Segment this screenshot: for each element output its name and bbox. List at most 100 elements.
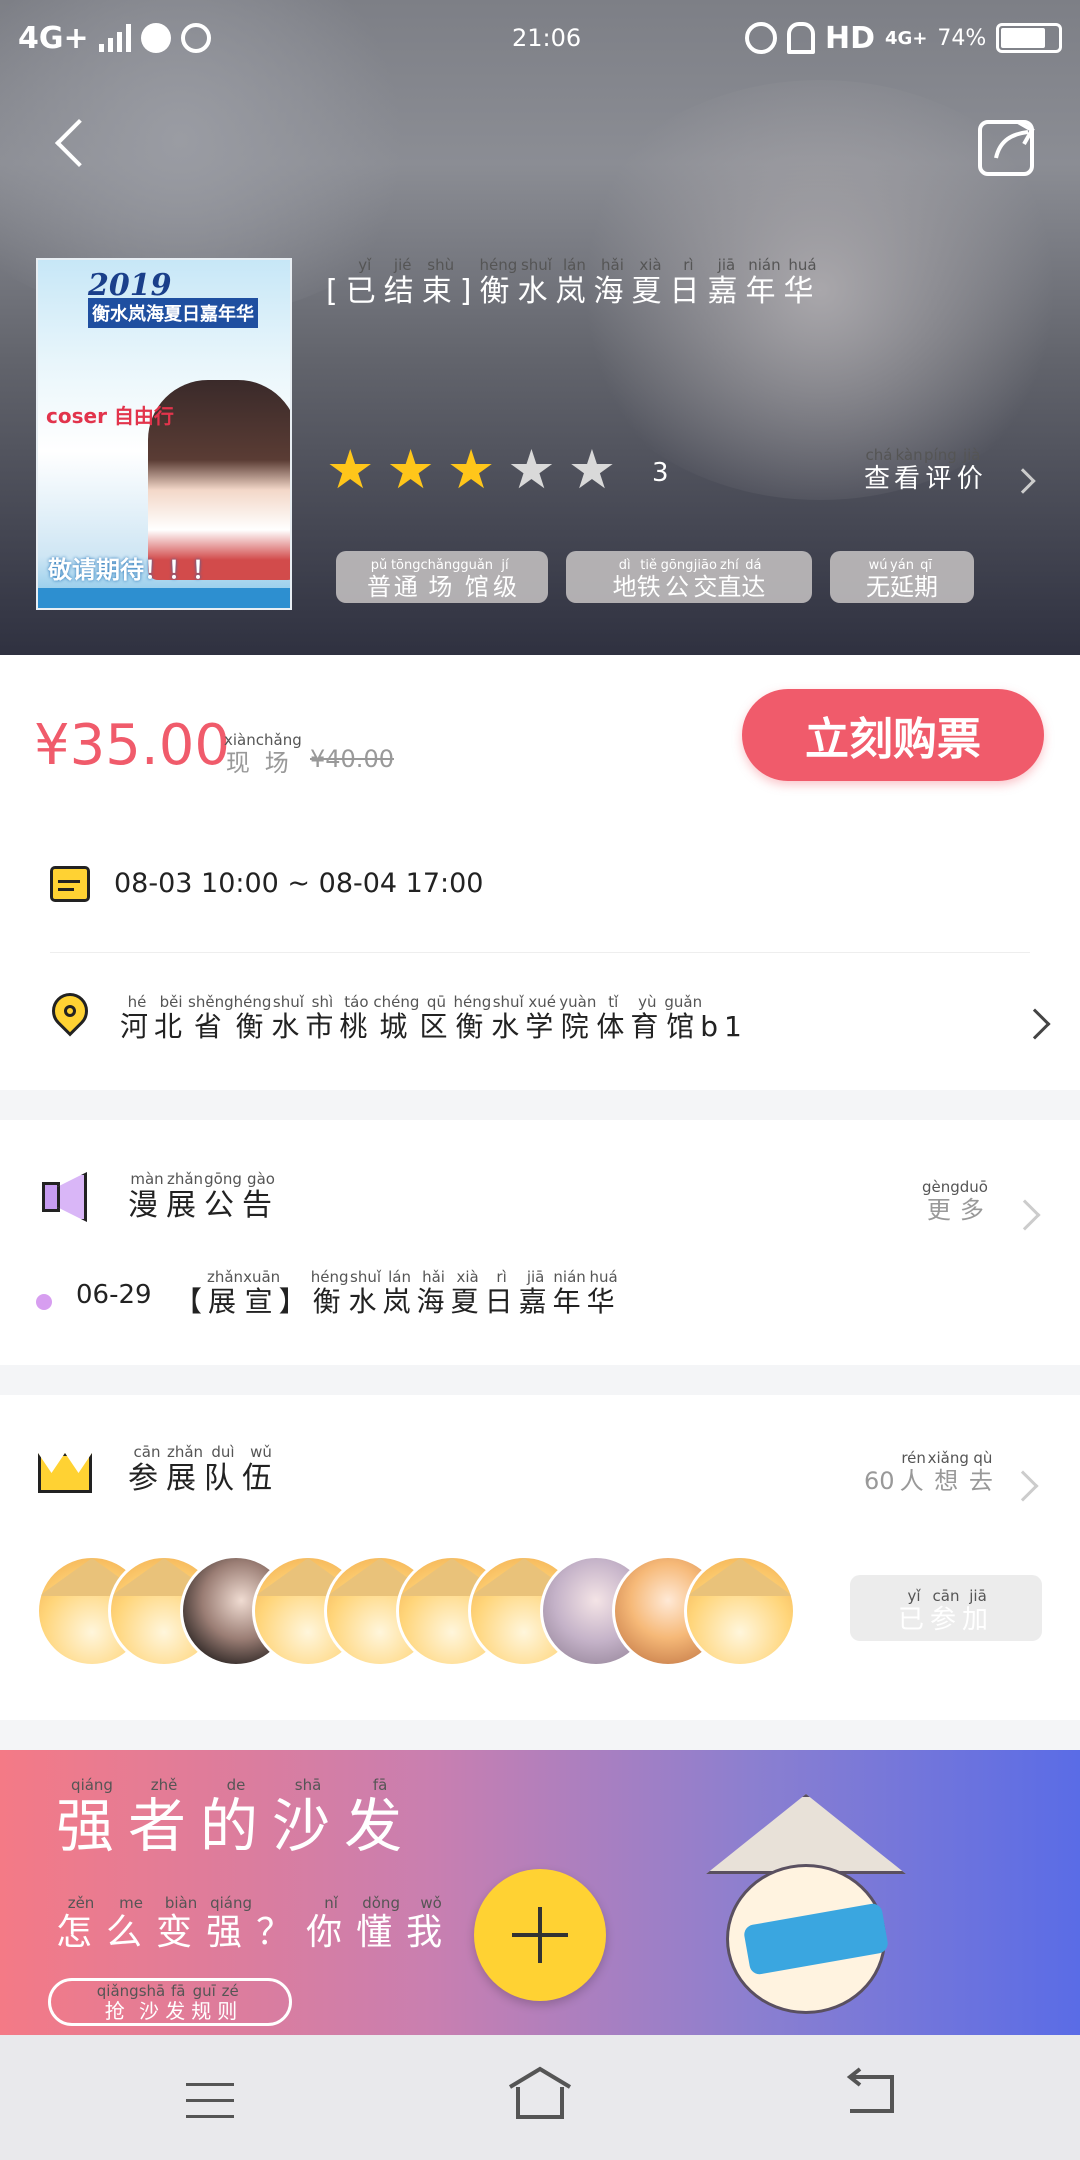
price: ¥35.00 bbox=[34, 713, 230, 778]
back-nav-button[interactable] bbox=[840, 2065, 900, 2121]
announcement-title: 【展zhǎn宣xuān】衡héng水shuǐ岚lán海hǎi夏xià日rì嘉ji… bbox=[174, 1268, 621, 1318]
star-icon: ★ bbox=[326, 438, 375, 501]
char: 水shuǐ bbox=[271, 993, 306, 1043]
char: 体tǐ bbox=[596, 993, 631, 1043]
want-to-go-link[interactable]: 60 人rén想xiǎng去qù bbox=[864, 1449, 1044, 1502]
char: 海hǎi bbox=[416, 1268, 451, 1318]
bullet-dot bbox=[36, 1294, 52, 1310]
event-title: [已yǐ结jié束shù]衡héng水shuǐ岚lán海hǎi夏xià日rì嘉j… bbox=[326, 256, 822, 309]
crown-icon bbox=[38, 1445, 96, 1495]
hd-label: HD bbox=[825, 20, 876, 56]
app-icon bbox=[140, 23, 171, 53]
char: 我wǒ bbox=[406, 1894, 457, 1953]
teams-title: 参cān展zhǎn队duì伍wǔ bbox=[128, 1443, 280, 1497]
event-poster-image: 2019 衡水岚海夏日嘉年华 coser 自由行 敬请期待！！！ bbox=[36, 258, 292, 610]
poster-title: 衡水岚海夏日嘉年华 bbox=[88, 298, 258, 328]
char: 衡héng bbox=[233, 993, 272, 1043]
app-icon-2 bbox=[180, 23, 211, 53]
announcement-date: 06-29 bbox=[76, 1280, 152, 1310]
joined-button[interactable]: 已yǐ参cān加jiā bbox=[850, 1575, 1042, 1641]
status-bar-left: 4G+ bbox=[18, 18, 211, 58]
char: 想xiǎng bbox=[927, 1449, 969, 1495]
char: 价jià bbox=[956, 446, 987, 494]
char: 束shù bbox=[421, 256, 460, 309]
location-address: 河hé北běi省shěng衡héng水shuǐ市shì桃táo城chéng区qū… bbox=[120, 993, 748, 1043]
network-label: 4G+ bbox=[18, 20, 89, 56]
char: 场chǎng bbox=[420, 557, 461, 601]
home-button[interactable] bbox=[504, 2063, 576, 2123]
signal-icon bbox=[98, 24, 131, 52]
location-row[interactable]: 河hé北běi省shěng衡héng水shuǐ市shì桃táo城chéng区qū… bbox=[0, 955, 1080, 1085]
menu-button[interactable] bbox=[180, 2071, 240, 2121]
rules-button[interactable]: 抢qiǎng沙shā发fā规guī则zé bbox=[48, 1978, 292, 2026]
info-card: ¥35.00 现xiàn场chǎng ¥40.00 立刻购票 08-03 10:… bbox=[0, 655, 1080, 1090]
char: 看kàn bbox=[894, 446, 925, 494]
char: 沙shā bbox=[138, 1982, 166, 2023]
star-icon: ★ bbox=[386, 438, 435, 501]
char: 日rì bbox=[484, 1268, 519, 1318]
back-button[interactable] bbox=[48, 112, 104, 172]
char: 结jié bbox=[383, 256, 422, 309]
char: 嘉jiā bbox=[518, 1268, 553, 1318]
char: 学xué bbox=[525, 993, 560, 1043]
more-announcements-link[interactable]: 更gèng多duō bbox=[922, 1178, 1042, 1231]
char: 参cān bbox=[929, 1586, 962, 1635]
mute-icon bbox=[787, 22, 815, 54]
buy-ticket-button[interactable]: 立刻购票 bbox=[742, 689, 1044, 781]
announcements-title: 漫màn展zhǎn公gōng告gào bbox=[128, 1170, 280, 1224]
tag-no-delay: 无wú 延yán 期qī bbox=[830, 551, 974, 603]
char: 强qiáng bbox=[206, 1894, 257, 1953]
char: 公gōng bbox=[660, 557, 694, 601]
char: 加jiā bbox=[962, 1586, 995, 1635]
char: 衡héng bbox=[453, 993, 492, 1043]
char: 规guī bbox=[191, 1982, 218, 2023]
char: 通tōng bbox=[390, 557, 421, 601]
char: 地dì bbox=[612, 557, 637, 601]
back-arrow-icon bbox=[54, 118, 104, 168]
poster-bottom-text: 敬请期待！！！ bbox=[48, 556, 216, 584]
share-button[interactable] bbox=[976, 112, 1042, 178]
char: 发fā bbox=[344, 1776, 417, 1860]
char: 普pǔ bbox=[366, 557, 391, 601]
char: 直zhí bbox=[717, 557, 742, 601]
status-time: 21:06 bbox=[512, 24, 582, 52]
char: 华huá bbox=[586, 1268, 621, 1318]
want-to-go-count: 60 bbox=[864, 1467, 895, 1495]
event-header: 4G+ 21:06 HD 4G+ 74% 2019 衡水岚海夏日嘉年华 cose bbox=[0, 0, 1080, 655]
star-icon: ★ bbox=[507, 438, 556, 501]
announcements-card: 漫màn展zhǎn公gōng告gào 更gèng多duō 06-29 【展zhǎ… bbox=[0, 1120, 1080, 1365]
joined-label: 已yǐ参cān加jiā bbox=[898, 1586, 995, 1636]
calendar-icon bbox=[50, 860, 94, 902]
char: 去qù bbox=[968, 1449, 997, 1495]
char: 怎zěn bbox=[56, 1894, 107, 1953]
alarm-icon bbox=[745, 22, 777, 54]
banner-subtitle: 怎zěn么me变biàn强qiáng？你nǐ懂dǒng我wǒ bbox=[56, 1894, 457, 1955]
event-datetime: 08-03 10:00 ~ 08-04 17:00 bbox=[114, 868, 484, 899]
char: 展zhǎn bbox=[166, 1443, 204, 1496]
char: 参cān bbox=[128, 1443, 166, 1496]
share-icon bbox=[978, 120, 1035, 176]
original-price: ¥40.00 bbox=[310, 745, 394, 773]
char: 河hé bbox=[120, 993, 155, 1043]
banner-title: 强qiáng者zhě的de沙shā发fā bbox=[56, 1776, 417, 1863]
char: 水shuǐ bbox=[491, 993, 526, 1043]
char: 期qī bbox=[914, 557, 938, 601]
char: 者zhě bbox=[128, 1776, 201, 1860]
char: 交jiāo bbox=[693, 557, 718, 601]
divider bbox=[50, 952, 1030, 953]
char: ？ bbox=[256, 1912, 307, 1953]
member-avatar[interactable] bbox=[684, 1555, 796, 1667]
char: 展zhǎn bbox=[166, 1170, 204, 1223]
char: 铁tiě bbox=[636, 557, 661, 601]
char: 人rén bbox=[899, 1449, 928, 1495]
chevron-right-icon bbox=[1019, 1008, 1051, 1040]
char: 达dá bbox=[741, 557, 766, 601]
announcement-item[interactable]: 06-29 【展zhǎn宣xuān】衡héng水shuǐ岚lán海hǎi夏xià… bbox=[0, 1268, 1080, 1340]
mascot-illustration bbox=[706, 1794, 906, 2024]
star-icon: ★ bbox=[567, 438, 617, 501]
view-reviews-link[interactable]: 查chá看kàn评píng价jià bbox=[864, 446, 1054, 508]
add-button[interactable] bbox=[474, 1869, 606, 2001]
char: 强qiáng bbox=[56, 1776, 129, 1860]
location-pin-icon bbox=[44, 985, 96, 1041]
char: 懂dǒng bbox=[356, 1894, 407, 1953]
